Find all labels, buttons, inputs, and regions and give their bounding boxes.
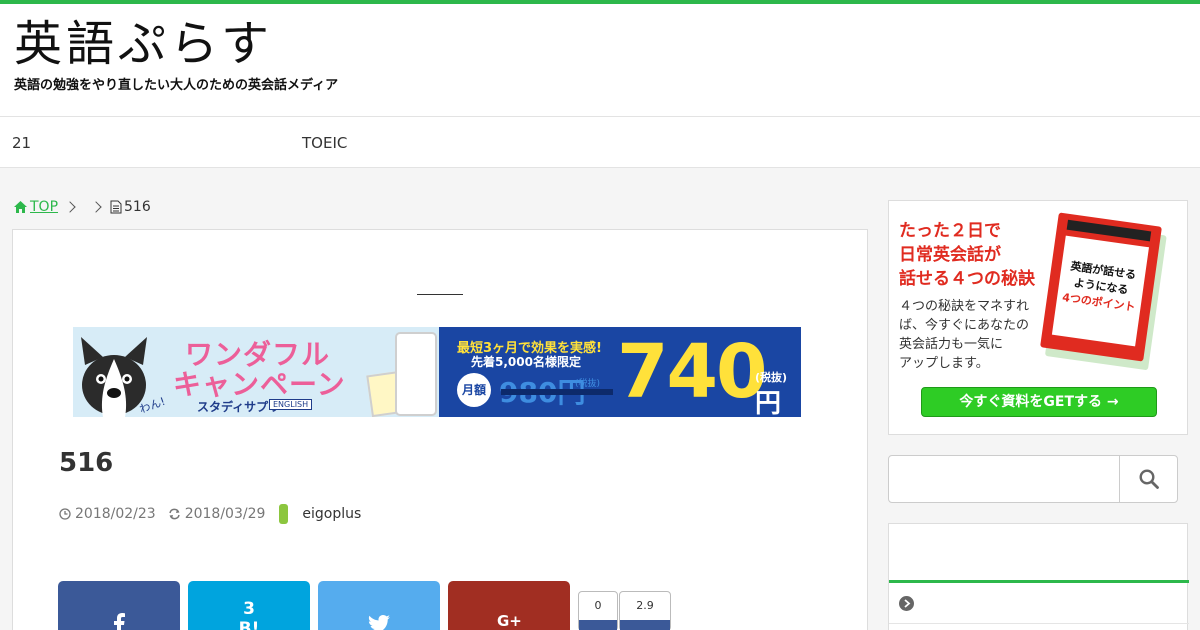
- ad-body-line3: 英会話力も一気に: [899, 337, 1004, 352]
- svg-text:G+: G+: [497, 612, 521, 628]
- twitter-share-button[interactable]: [318, 581, 440, 630]
- banner-price-panel: 最短3ヶ月で効果を実感! 先着5,000名様限定 月額 980円 (税抜) 74…: [439, 327, 801, 417]
- yen-label: 円: [755, 389, 782, 417]
- site-logo[interactable]: 英語ぷらす 英語の勉強をやり直したい大人のための英会話メディア: [14, 16, 338, 93]
- author-marker: [279, 504, 289, 524]
- share-count-right-base: [620, 620, 670, 630]
- ebook-title: 英語が話せる ようになる 4つのポイント: [1051, 235, 1149, 347]
- published-date: 2018/02/23: [59, 506, 156, 522]
- ad-headline-line3: 話せる４つの秘訣: [899, 269, 1035, 289]
- global-nav: 21 TOEIC: [0, 116, 1200, 168]
- widget-list-item[interactable]: [889, 584, 1189, 624]
- breadcrumb-home-label: TOP: [30, 199, 59, 215]
- share-count-right: 2.9: [619, 591, 671, 630]
- ebook-cover-image: 英語が話せる ようになる 4つのポイント: [1040, 212, 1162, 362]
- sidebar-widget: [888, 523, 1189, 630]
- clock-icon: [59, 508, 71, 520]
- promo-subline: 先着5,000名様限定: [471, 355, 581, 369]
- old-price-tax: (税抜): [575, 379, 601, 389]
- sidebar-ad[interactable]: たった２日で 日常英会話が 話せる４つの秘訣 ４つの秘訣をマネすれ ば、今すぐに…: [888, 200, 1188, 435]
- share-count-left-base: [579, 620, 617, 630]
- author-name[interactable]: eigoplus: [302, 506, 361, 522]
- share-count-right-value: 2.9: [636, 599, 654, 612]
- divider: [417, 294, 463, 295]
- nav-item-toeic[interactable]: TOEIC: [302, 117, 347, 169]
- ad-body-line2: ば、今すぐにあなたの: [899, 318, 1030, 333]
- monthly-badge: 月額: [457, 373, 491, 407]
- site-header: 英語ぷらす 英語の勉強をやり直したい大人のための英会話メディア: [0, 4, 1200, 116]
- price-arrow: [501, 389, 613, 395]
- banner-left-panel: ワンダフル キャンペーン わん! スタディサプリ ENGLISH: [73, 327, 439, 417]
- site-tagline: 英語の勉強をやり直したい大人のための英会話メディア: [14, 78, 339, 93]
- brand-name: スタディサプリ: [197, 400, 281, 414]
- home-icon: [14, 201, 27, 213]
- get-document-button[interactable]: 今すぐ資料をGETする →: [921, 387, 1157, 417]
- ad-body-text: ４つの秘訣をマネすれ ば、今すぐにあなたの 英会話力も一気に アップします。: [899, 297, 1029, 373]
- ad-body-line4: アップします。: [899, 356, 989, 371]
- chevron-right-icon: [64, 201, 76, 213]
- new-price: 740: [617, 329, 767, 415]
- studysapuri-banner-ad[interactable]: ワンダフル キャンペーン わん! スタディサプリ ENGLISH 最短3ヶ月で効…: [73, 327, 801, 417]
- chevron-right-icon: [90, 201, 102, 213]
- breadcrumb-home-link[interactable]: TOP: [14, 199, 58, 215]
- post-title: 516: [59, 448, 114, 478]
- widget-header-underline: [889, 580, 1189, 583]
- ad-headline-line2: 日常英会話が: [899, 245, 1001, 265]
- updated-date-text: 2018/03/29: [184, 506, 266, 522]
- share-count-left-value: 0: [594, 599, 602, 612]
- logo-text: 英語ぷらす: [14, 16, 274, 72]
- chevron-circle-right-icon: [899, 596, 914, 611]
- twitter-icon: [368, 615, 390, 630]
- breadcrumb: TOP 516: [14, 198, 151, 216]
- updated-date: 2018/03/29: [168, 506, 266, 522]
- brand-english-badge: ENGLISH: [269, 399, 313, 410]
- campaign-title-line2: キャンペーン: [173, 368, 346, 401]
- search-icon: [1138, 469, 1159, 489]
- hatena-bookmark-button[interactable]: 3 B!: [188, 581, 310, 630]
- search-button[interactable]: [1119, 456, 1177, 502]
- ad-body-line1: ４つの秘訣をマネすれ: [899, 299, 1030, 314]
- article-card: ワンダフル キャンペーン わん! スタディサプリ ENGLISH 最短3ヶ月で効…: [12, 229, 868, 630]
- document-icon: [110, 200, 122, 214]
- ad-headline-line1: たった２日で: [899, 221, 1001, 241]
- refresh-icon: [168, 508, 180, 520]
- googleplus-icon: G+: [497, 612, 521, 628]
- breadcrumb-current: 516: [124, 199, 151, 215]
- nav-item-21[interactable]: 21: [12, 117, 31, 169]
- facebook-share-button[interactable]: [58, 581, 180, 630]
- published-date-text: 2018/02/23: [75, 506, 156, 522]
- search-form: [888, 455, 1178, 503]
- ad-headline: たった２日で 日常英会話が 話せる４つの秘訣: [899, 219, 1035, 291]
- hatena-icon: B!: [238, 619, 260, 630]
- share-count-left: 0: [578, 591, 618, 630]
- googleplus-share-button[interactable]: G+: [448, 581, 570, 630]
- search-input[interactable]: [889, 456, 1119, 502]
- hatena-count: 3: [243, 599, 255, 619]
- widget-list-item[interactable]: [889, 625, 1189, 630]
- facebook-icon: [114, 613, 125, 630]
- post-meta: 2018/02/23 2018/03/29 eigoplus: [59, 504, 361, 524]
- phone-illustration: [395, 332, 437, 416]
